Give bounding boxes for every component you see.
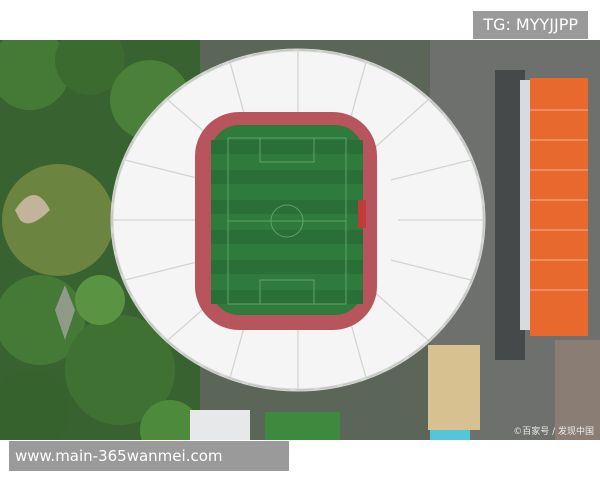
- stadium-aerial-photo: [0, 40, 600, 440]
- park-lawn: [2, 164, 114, 276]
- beige-roof-building: [428, 345, 480, 430]
- pool: [430, 430, 470, 440]
- white-building: [190, 410, 250, 440]
- bottom-watermark: www.main-365wanmei.com: [9, 441, 289, 471]
- screenshot-frame: TG: MYYJJPP ©百家号 / 发现中国 www.main-365wanm…: [0, 0, 600, 480]
- photo-credit: ©百家号 / 发现中国: [513, 427, 594, 437]
- small-pitch: [265, 412, 340, 440]
- top-watermark: TG: MYYJJPP: [473, 11, 588, 39]
- red-marker: [358, 200, 366, 228]
- orange-roof-building: [530, 78, 588, 336]
